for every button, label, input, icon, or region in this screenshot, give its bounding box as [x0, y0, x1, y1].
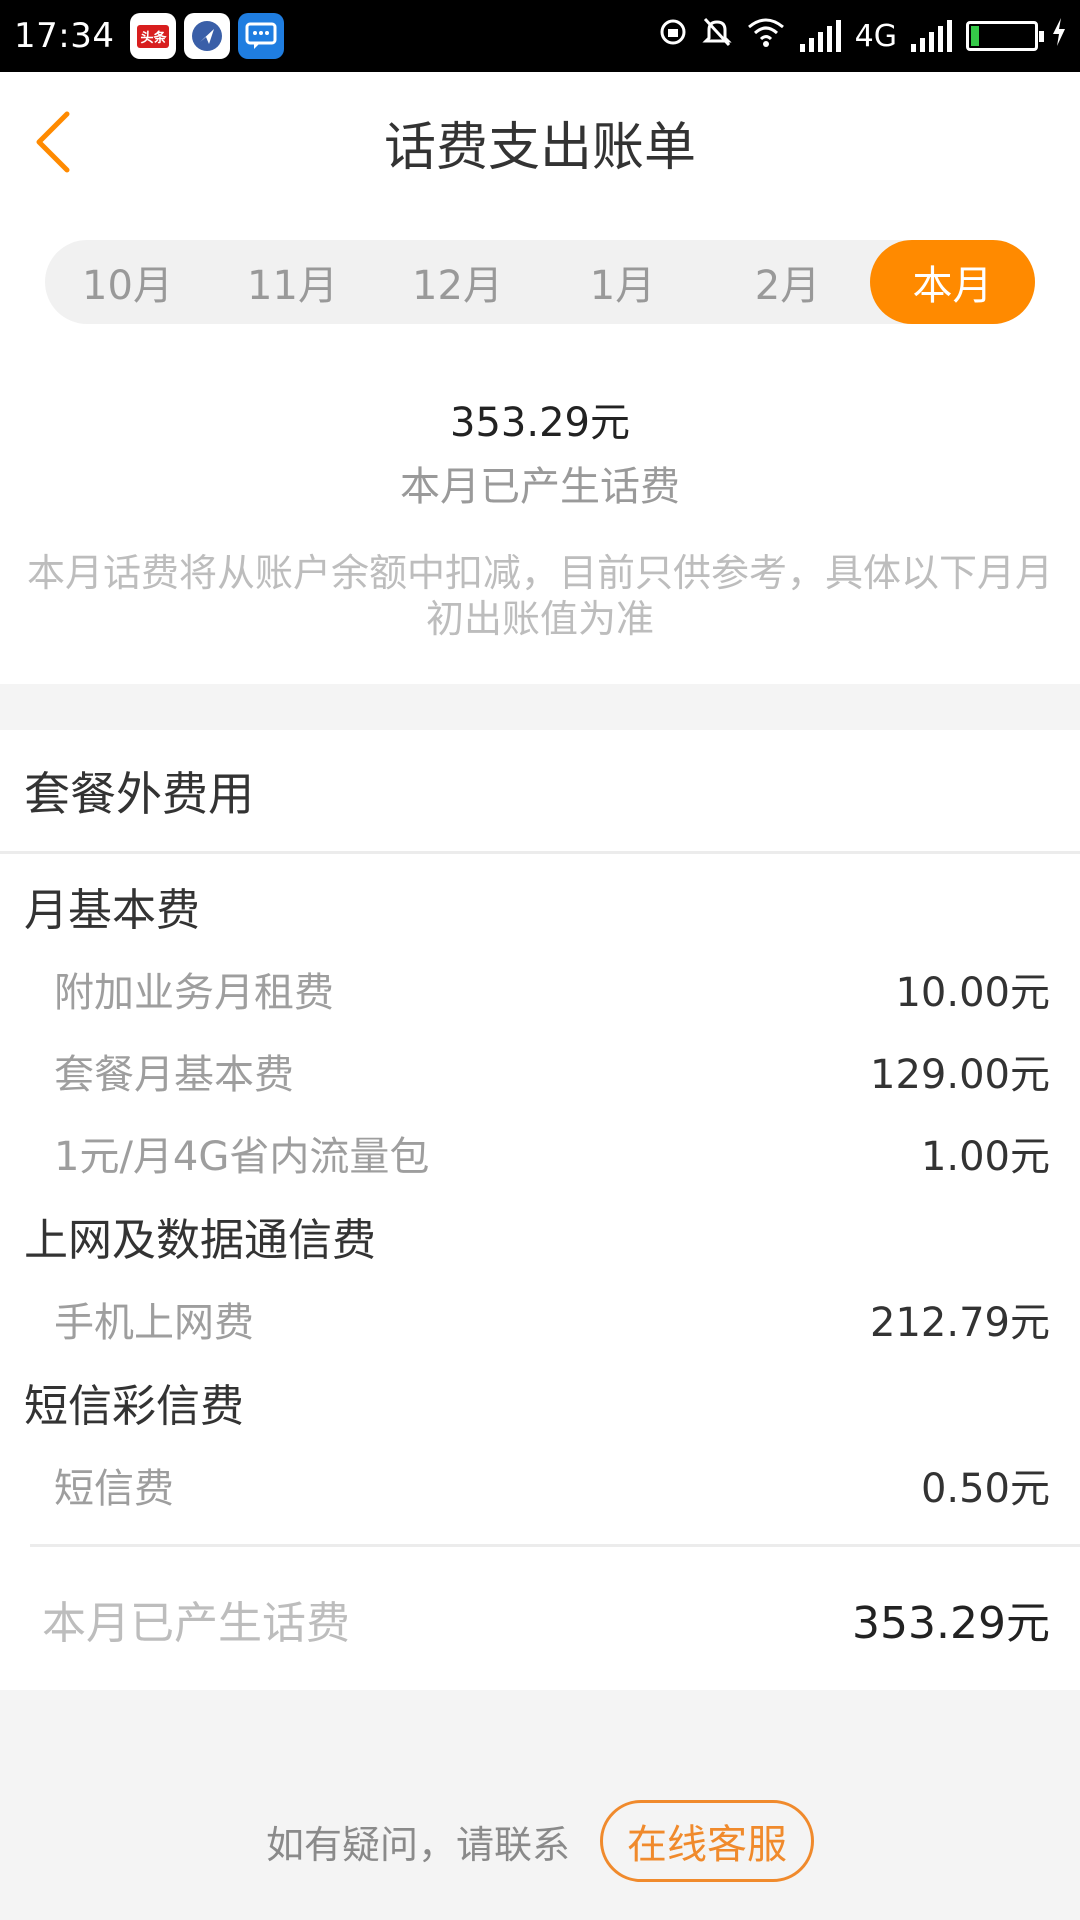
- fee-item: 套餐月基本费 129.00元: [0, 1030, 1080, 1112]
- tab-month-11[interactable]: 11月: [210, 240, 375, 324]
- toutiao-icon: 头条: [130, 13, 177, 59]
- fee-amount: 10.00元: [895, 970, 1050, 1016]
- fee-item: 短信费 0.50元: [0, 1444, 1080, 1526]
- fee-item: 1元/月4G省内流量包 1.00元: [0, 1112, 1080, 1194]
- signal-icon-2: [911, 20, 952, 52]
- fee-name: 附加业务月租费: [54, 970, 334, 1016]
- contact-hint: 如有疑问，请联系: [265, 1822, 570, 1867]
- nav-bar: 话费支出账单: [0, 72, 1080, 212]
- fee-name: 套餐月基本费: [54, 1052, 294, 1098]
- chevron-left-icon: [36, 111, 70, 173]
- fee-item: 附加业务月租费 10.00元: [0, 948, 1080, 1030]
- fee-amount: 1.00元: [920, 1134, 1050, 1180]
- tab-current-month[interactable]: 本月: [870, 240, 1035, 324]
- fee-name: 短信费: [54, 1466, 174, 1512]
- fee-name: 手机上网费: [54, 1300, 254, 1346]
- mute-icon: [702, 16, 732, 56]
- section-title: 套餐外费用: [0, 730, 1080, 854]
- fee-total-label: 本月已产生话费: [42, 1597, 350, 1649]
- back-button[interactable]: [18, 104, 88, 180]
- section-divider: [0, 684, 1080, 730]
- signal-icon: [799, 20, 841, 52]
- bill-page: 话费支出账单 10月 11月 12月 1月 2月 本月 353.29元 本月已产…: [0, 72, 1080, 1690]
- summary-notice: 本月话费将从账户余额中扣减，目前只供参考，具体以下月月初出账值为准: [26, 551, 1053, 641]
- fee-item: 手机上网费 212.79元: [0, 1278, 1080, 1360]
- bill-summary: 353.29元 本月已产生话费 本月话费将从账户余额中扣减，目前只供参考，具体以…: [0, 324, 1080, 642]
- group-title-monthly-base: 月基本费: [24, 885, 200, 936]
- page-title: 话费支出账单: [383, 117, 696, 178]
- message-icon: [238, 13, 285, 59]
- group-title-sms: 短信彩信费: [24, 1381, 244, 1432]
- tab-month-1[interactable]: 1月: [540, 240, 705, 324]
- status-time: 17:34: [14, 16, 115, 56]
- network-type: 4G: [854, 18, 897, 54]
- rotation-lock-icon: [658, 17, 688, 55]
- group-title-data: 上网及数据通信费: [24, 1215, 376, 1266]
- charging-icon: [1052, 18, 1066, 54]
- status-bar: 17:34 头条 4G: [0, 0, 1080, 72]
- fee-list: 月基本费 附加业务月租费 10.00元 套餐月基本费 129.00元 1元/月4…: [0, 854, 1080, 1544]
- footer: 如有疑问，请联系 在线客服: [0, 1800, 1080, 1882]
- wifi-icon: [746, 17, 786, 55]
- fee-total-row: 本月已产生话费 353.29元: [30, 1544, 1080, 1690]
- navigation-icon: [184, 13, 231, 59]
- fee-amount: 129.00元: [870, 1052, 1050, 1098]
- tab-month-10[interactable]: 10月: [45, 240, 210, 324]
- summary-label: 本月已产生话费: [400, 464, 680, 510]
- online-service-button[interactable]: 在线客服: [600, 1800, 814, 1882]
- fee-amount: 0.50元: [920, 1466, 1050, 1512]
- fee-name: 1元/月4G省内流量包: [54, 1134, 430, 1180]
- fee-total-amount: 353.29元: [852, 1597, 1050, 1649]
- summary-total: 353.29元: [450, 400, 630, 446]
- tab-month-2[interactable]: 2月: [705, 240, 870, 324]
- tab-month-12[interactable]: 12月: [375, 240, 540, 324]
- battery-icon: [966, 21, 1044, 51]
- month-tabs: 10月 11月 12月 1月 2月 本月: [45, 240, 1035, 324]
- fee-amount: 212.79元: [870, 1300, 1050, 1346]
